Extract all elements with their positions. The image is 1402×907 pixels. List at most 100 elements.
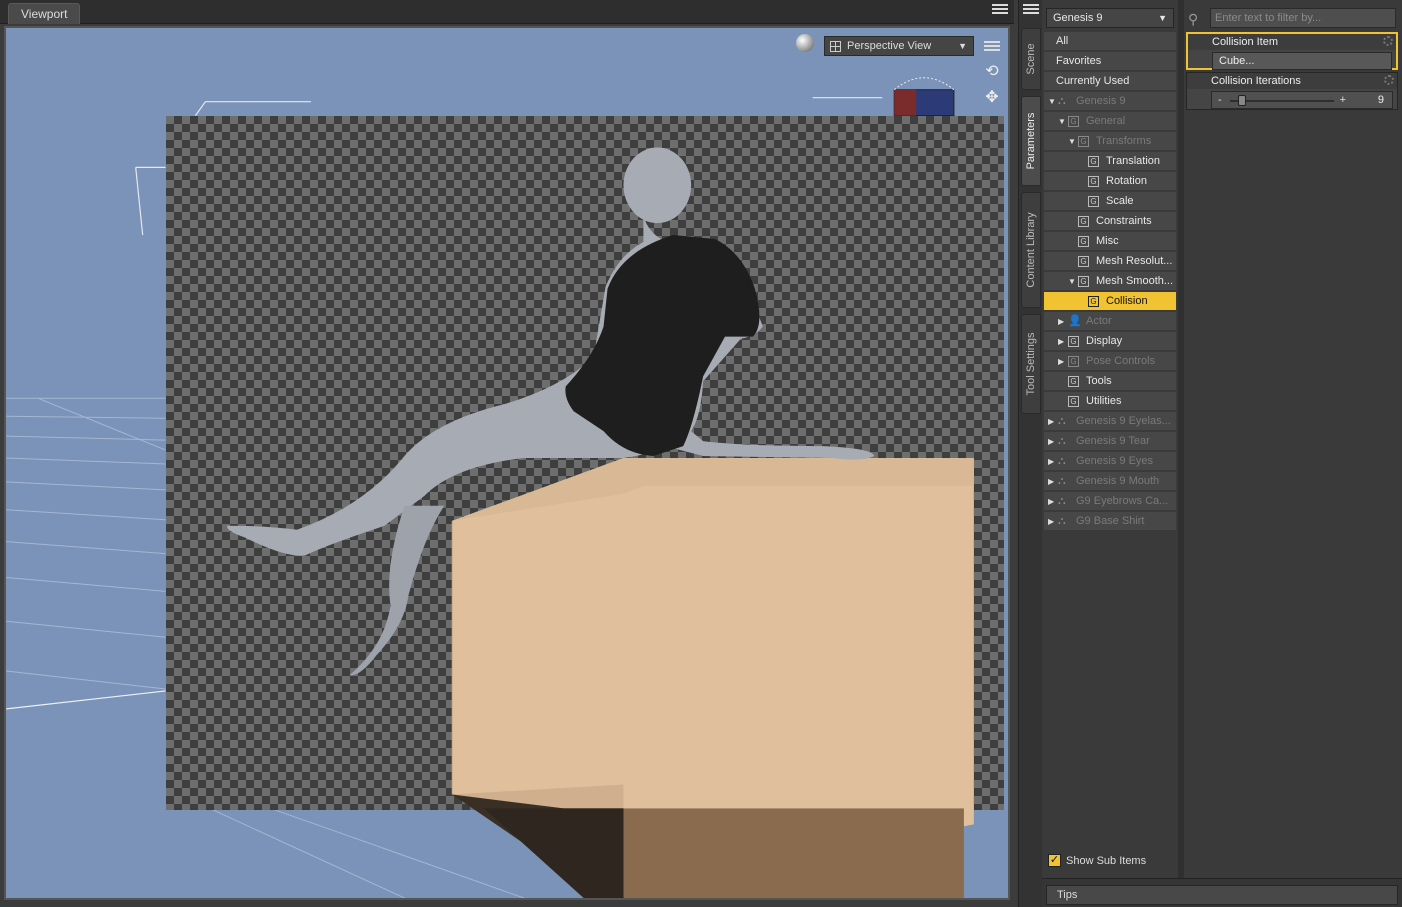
tree-item[interactable]: G Constraints xyxy=(1044,212,1176,231)
expand-arrow-right-icon[interactable]: ▶ xyxy=(1048,472,1054,490)
actor-icon: 👤 xyxy=(1068,315,1082,327)
group-icon: G xyxy=(1068,116,1079,127)
tree-item-label: Tools xyxy=(1086,375,1112,387)
tab-parameters[interactable]: Parameters xyxy=(1021,96,1041,186)
tree-item-label: Collision xyxy=(1106,295,1148,307)
figure-icon: ⛬ xyxy=(1058,455,1066,467)
tree-item-label: All xyxy=(1056,35,1069,47)
cube-object xyxy=(451,458,974,898)
tips-button[interactable]: Tips xyxy=(1046,885,1398,905)
tree-item[interactable]: G Misc xyxy=(1044,232,1176,251)
tab-scene-label: Scene xyxy=(1025,43,1037,75)
parameters-pane: Genesis 9 ▼ All Favorites Currently Used ▼ ⛬… xyxy=(1042,0,1402,907)
tree-item-label: Mesh Smooth... xyxy=(1096,275,1174,287)
group-icon: G xyxy=(1068,376,1079,387)
tab-scene[interactable]: Scene xyxy=(1021,28,1041,90)
expand-arrow-down-icon[interactable]: ▼ xyxy=(1068,272,1076,290)
tree-item[interactable]: ▼ G Mesh Smooth... xyxy=(1044,272,1176,291)
slider-handle[interactable] xyxy=(1238,95,1246,106)
tree-item[interactable]: G Scale xyxy=(1044,192,1176,211)
expand-arrow-right-icon[interactable]: ▶ xyxy=(1048,452,1054,470)
view-select-dropdown[interactable]: Perspective View ▼ xyxy=(824,36,974,56)
expand-arrow-right-icon[interactable]: ▶ xyxy=(1048,432,1054,450)
tree-item[interactable]: ▶ ⛬ Genesis 9 Tear xyxy=(1044,432,1176,451)
figure-icon: ⛬ xyxy=(1058,95,1066,107)
tree-item-label: Pose Controls xyxy=(1086,355,1156,367)
tree-item-label: Scale xyxy=(1106,195,1134,207)
group-icon: G xyxy=(1068,356,1079,367)
tree-item-label: Constraints xyxy=(1096,215,1152,227)
tab-tool-settings[interactable]: Tool Settings xyxy=(1021,314,1041,414)
tree-item-label: Mesh Resolut... xyxy=(1096,255,1173,267)
group-icon: G xyxy=(1078,216,1089,227)
increment-button[interactable]: + xyxy=(1340,92,1346,108)
expand-arrow-right-icon[interactable]: ▶ xyxy=(1058,332,1064,350)
tree-item[interactable]: G Rotation xyxy=(1044,172,1176,191)
group-icon: G xyxy=(1088,176,1099,187)
filter-input[interactable] xyxy=(1210,8,1396,28)
viewport-tabbar: Viewport xyxy=(0,0,1014,24)
tree-item[interactable]: ▶ ⛬ Genesis 9 Mouth xyxy=(1044,472,1176,491)
collision-item-value[interactable]: Cube... xyxy=(1212,52,1392,70)
tree-item[interactable]: G Mesh Resolut... xyxy=(1044,252,1176,271)
tab-content-library-label: Content Library xyxy=(1025,212,1037,288)
tab-content-library[interactable]: Content Library xyxy=(1021,192,1041,308)
tree-item[interactable]: ▼ ⛬ Genesis 9 xyxy=(1044,92,1176,111)
decrement-button[interactable]: - xyxy=(1218,92,1222,108)
viewport-canvas[interactable]: Perspective View ▼ ⟲ ✥ xyxy=(4,26,1010,900)
pan-camera-icon[interactable]: ✥ xyxy=(982,88,1002,108)
figure-icon: ⛬ xyxy=(1058,415,1066,427)
figure-select-dropdown[interactable]: Genesis 9 ▼ xyxy=(1046,8,1174,28)
collision-item-property[interactable]: Collision Item Cube... xyxy=(1186,32,1398,70)
group-icon: G xyxy=(1078,276,1089,287)
figure-render xyxy=(227,147,974,898)
tree-item-label: Actor xyxy=(1086,315,1112,327)
checkmark-icon: ✓ xyxy=(1048,854,1061,867)
gear-icon[interactable] xyxy=(1384,75,1394,85)
tree-item[interactable]: Favorites xyxy=(1044,52,1176,71)
viewport-tab[interactable]: Viewport xyxy=(8,3,81,24)
tree-item[interactable]: ▶ G Pose Controls xyxy=(1044,352,1176,371)
tree-item[interactable]: G Collision xyxy=(1044,292,1176,311)
expand-arrow-down-icon[interactable]: ▼ xyxy=(1048,92,1056,110)
tree-item[interactable]: ▶ ⛬ Genesis 9 Eyelas... xyxy=(1044,412,1176,431)
group-icon: G xyxy=(1088,196,1099,207)
show-sub-items-label: Show Sub Items xyxy=(1066,855,1147,867)
pane-menu-icon[interactable] xyxy=(992,4,1008,18)
expand-arrow-down-icon[interactable]: ▼ xyxy=(1058,112,1066,130)
tree-item[interactable]: All xyxy=(1044,32,1176,51)
tree-item[interactable]: ▶ ⛬ G9 Base Shirt xyxy=(1044,512,1176,531)
group-icon: G xyxy=(1088,296,1099,307)
tree-item[interactable]: ▶ 👤 Actor xyxy=(1044,312,1176,331)
tree-item[interactable]: ▶ ⛬ G9 Eyebrows Ca... xyxy=(1044,492,1176,511)
tree-item[interactable]: ▼ G Transforms xyxy=(1044,132,1176,151)
tree-item-label: G9 Eyebrows Ca... xyxy=(1076,495,1169,507)
viewport-menu-icon[interactable] xyxy=(982,38,1002,58)
expand-arrow-right-icon[interactable]: ▶ xyxy=(1058,312,1064,330)
expand-arrow-right-icon[interactable]: ▶ xyxy=(1048,412,1054,430)
expand-arrow-right-icon[interactable]: ▶ xyxy=(1058,352,1064,370)
collision-iterations-slider[interactable]: - + 9 xyxy=(1211,91,1393,109)
tree-item[interactable]: G Tools xyxy=(1044,372,1176,391)
search-icon[interactable]: ⚲ xyxy=(1188,11,1204,27)
tabs-menu-icon[interactable] xyxy=(1023,4,1039,18)
tree-item[interactable]: ▶ G Display xyxy=(1044,332,1176,351)
property-group-tree: All Favorites Currently Used ▼ ⛬ Genesis 9 ▼ G G… xyxy=(1044,32,1176,832)
tree-item[interactable]: G Utilities xyxy=(1044,392,1176,411)
orbit-camera-icon[interactable]: ⟲ xyxy=(982,62,1002,82)
figure-icon: ⛬ xyxy=(1058,515,1066,527)
tree-item[interactable]: ▶ ⛬ Genesis 9 Eyes xyxy=(1044,452,1176,471)
render-preview-sphere-icon[interactable] xyxy=(796,34,814,52)
expand-arrow-right-icon[interactable]: ▶ xyxy=(1048,492,1054,510)
expand-arrow-right-icon[interactable]: ▶ xyxy=(1048,512,1054,530)
tree-item-label: Utilities xyxy=(1086,395,1122,407)
collision-iterations-value[interactable]: 9 xyxy=(1378,92,1384,108)
figure-icon: ⛬ xyxy=(1058,435,1066,447)
tree-item[interactable]: G Translation xyxy=(1044,152,1176,171)
view-select-label: Perspective View xyxy=(847,40,932,52)
tree-item[interactable]: ▼ G General xyxy=(1044,112,1176,131)
pane-splitter[interactable] xyxy=(1178,0,1184,880)
tree-item[interactable]: Currently Used xyxy=(1044,72,1176,91)
expand-arrow-down-icon[interactable]: ▼ xyxy=(1068,132,1076,150)
gear-icon[interactable] xyxy=(1383,36,1393,46)
